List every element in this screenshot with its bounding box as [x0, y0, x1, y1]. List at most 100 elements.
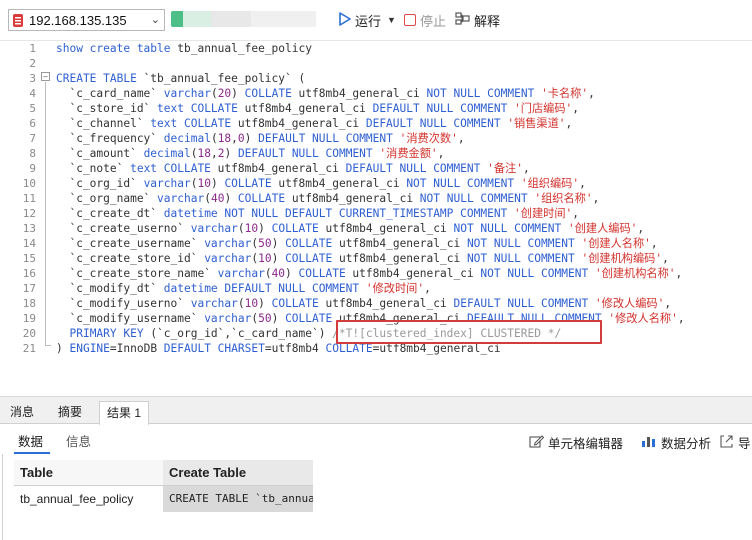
code-token: NOT NULL COMMENT — [466, 252, 575, 265]
code-token: ) — [224, 192, 238, 205]
code-token: utf8mb4_general_ci — [210, 162, 346, 175]
line-number: 1 — [29, 42, 36, 55]
line-number: 19 — [22, 312, 36, 325]
code-token: , — [572, 102, 580, 115]
code-token: ) — [271, 312, 286, 325]
cell-editor-button[interactable]: 单元格编辑器 — [529, 433, 623, 452]
export-button[interactable]: 导 — [720, 433, 751, 452]
code-token: varchar — [143, 177, 191, 190]
code-token: `c_create_dt` — [56, 207, 164, 220]
bar-chart-icon — [641, 434, 657, 451]
code-token: ) — [231, 87, 245, 100]
code-token: '组织名称' — [534, 192, 593, 205]
line-number: 16 — [22, 267, 36, 280]
code-token: ( — [237, 297, 245, 310]
code-token: utf8mb4_general_ci — [345, 267, 481, 280]
column-header-table[interactable]: Table — [14, 460, 163, 486]
code-token: NOT NULL COMMENT — [466, 237, 575, 250]
code-text: `c_create_dt` datetime NOT NULL DEFAULT … — [56, 206, 579, 221]
code-token: ) — [258, 222, 272, 235]
tab-messages[interactable]: 消息 — [3, 401, 41, 424]
subtab-data[interactable]: 数据 — [18, 431, 43, 450]
code-token: utf8mb4_general_ci — [318, 297, 454, 310]
code-token: ) — [56, 342, 70, 355]
code-token: DEFAULT NULL COMMENT — [365, 117, 501, 130]
code-token: , — [437, 147, 445, 160]
code-line: 7 `c_frequency` decimal(18,0) DEFAULT NU… — [0, 131, 752, 146]
code-token: `c_note` — [56, 162, 131, 175]
code-token: , — [565, 117, 573, 130]
code-token: '备注' — [487, 162, 523, 175]
code-token: =InnoDB — [109, 342, 164, 355]
code-token: ( — [210, 87, 218, 100]
code-token: COLLATE — [298, 267, 346, 280]
code-token: NOT NULL COMMENT — [406, 177, 515, 190]
code-line: 4 `c_card_name` varchar(20) COLLATE utf8… — [0, 86, 752, 101]
code-line: 13 `c_create_userno` varchar(10) COLLATE… — [0, 221, 752, 236]
code-text: `c_create_store_id` varchar(10) COLLATE … — [56, 251, 668, 266]
column-header-create-table[interactable]: Create Table — [163, 460, 313, 486]
play-icon — [338, 11, 351, 29]
code-token: `c_amount` — [56, 147, 144, 160]
code-token: '创建机构名称' — [594, 267, 676, 280]
stop-button[interactable]: 停止 — [404, 10, 446, 30]
code-token: , — [650, 237, 658, 250]
run-dropdown-icon[interactable]: ▼ — [387, 15, 396, 25]
code-token: , — [664, 297, 672, 310]
stop-icon — [404, 14, 416, 26]
code-token: `c_modify_userno` — [56, 297, 191, 310]
code-token: 10 — [244, 297, 259, 310]
run-button[interactable]: 运行 ▼ — [338, 10, 396, 30]
code-token: ENGINE — [69, 342, 110, 355]
code-token: DEFAULT NULL COMMENT — [258, 132, 393, 145]
code-token: text COLLATE — [130, 162, 211, 175]
explain-button[interactable]: 解释 — [455, 10, 500, 30]
code-token: DEFAULT NULL COMMENT — [372, 102, 508, 115]
run-label: 运行 — [355, 13, 382, 29]
code-token: , — [522, 162, 530, 175]
code-line: 5 `c_store_id` text COLLATE utf8mb4_gene… — [0, 101, 752, 116]
tab-result-1[interactable]: 结果 1 — [99, 401, 150, 425]
code-token: '门店编码' — [514, 102, 573, 115]
database-name-field[interactable] — [171, 11, 316, 27]
database-icon — [13, 13, 23, 27]
table-cell[interactable]: tb_annual_fee_policy — [14, 486, 163, 512]
code-token: varchar — [157, 192, 205, 205]
code-token: COLLATE — [224, 177, 272, 190]
line-number: 14 — [22, 237, 36, 250]
line-number: 10 — [22, 177, 36, 190]
connection-select[interactable]: 192.168.135.135 ⌄ — [8, 9, 165, 31]
code-token: ( — [204, 192, 211, 205]
explain-label: 解释 — [474, 13, 501, 29]
code-token: 0 — [237, 132, 245, 145]
code-line: 2 — [0, 56, 752, 71]
code-token: 20 — [217, 87, 232, 100]
code-token: 18 — [197, 147, 211, 160]
code-token: datetime DEFAULT NULL COMMENT — [163, 282, 360, 295]
code-token: '创建时间' — [514, 207, 573, 220]
code-token: `c_org_id` — [56, 177, 144, 190]
line-number: 7 — [29, 132, 36, 145]
code-text: `c_org_id` varchar(10) COLLATE utf8mb4_g… — [56, 176, 585, 191]
code-token: utf8mb4_general_ci — [231, 117, 366, 130]
data-analysis-label: 数据分析 — [661, 437, 712, 451]
table-cell[interactable]: CREATE TABLE `tb_annual_fee_policy` — [163, 486, 313, 512]
code-token: utf8mb4_general_ci — [271, 177, 407, 190]
code-token: `c_create_store_id` — [56, 252, 205, 265]
line-number: 11 — [22, 192, 36, 205]
sql-editor[interactable]: – 1 show create table tb_annual_fee_polic… — [0, 40, 752, 397]
subtab-info[interactable]: 信息 — [66, 431, 91, 450]
data-analysis-button[interactable]: 数据分析 — [641, 433, 711, 452]
code-token: , — [572, 207, 580, 220]
cell-editor-label: 单元格编辑器 — [548, 437, 624, 451]
code-token: `c_modify_username` — [56, 312, 205, 325]
explain-icon — [455, 11, 470, 29]
tab-summary[interactable]: 摘要 — [51, 401, 89, 424]
line-number: 6 — [29, 117, 36, 130]
code-token: 40 — [210, 192, 225, 205]
code-token: , — [675, 267, 683, 280]
